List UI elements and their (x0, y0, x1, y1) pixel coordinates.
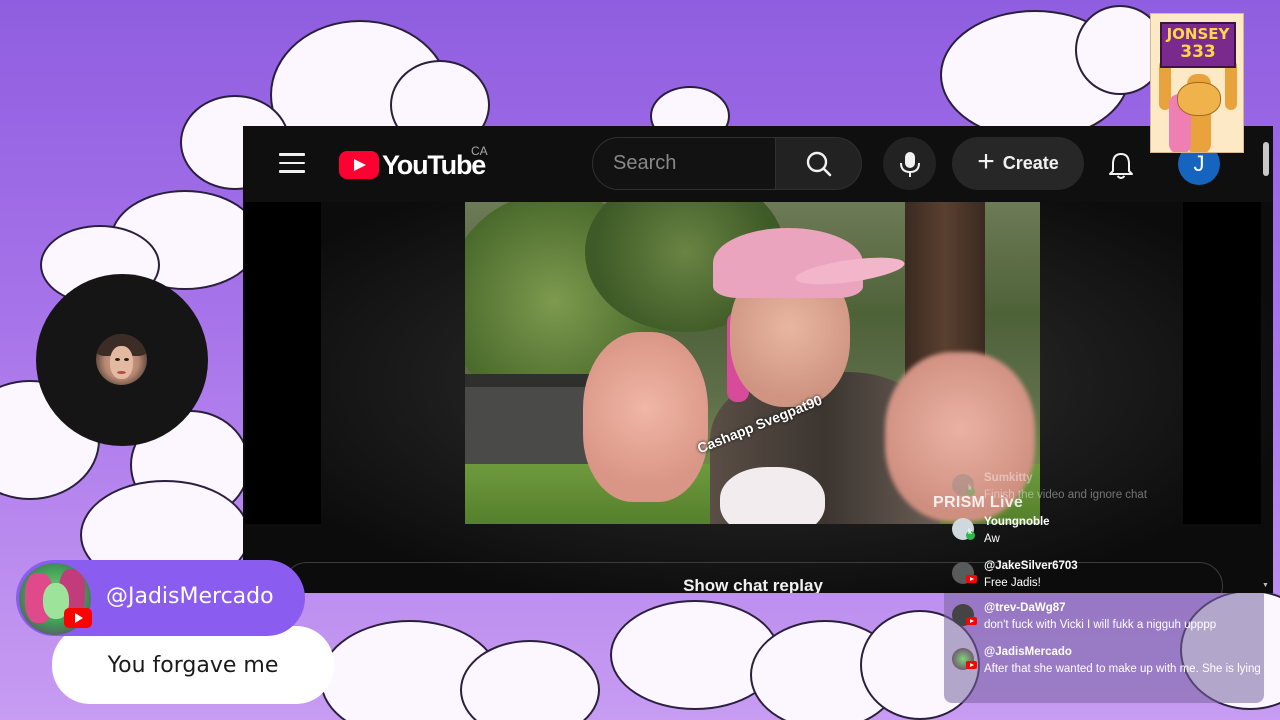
youtube-icon (966, 575, 977, 583)
highlighted-user-handle: @JadisMercado (106, 584, 274, 609)
chat-text: don't fuck with Vicki I will fukk a nigg… (984, 619, 1217, 631)
highlighted-message-box: You forgave me (52, 626, 334, 704)
chat-username: Sumkitty (984, 472, 1033, 484)
chat-text: Finish the video and ignore chat (984, 489, 1148, 501)
scrollbar-thumb[interactable] (1263, 142, 1269, 176)
player-side-bar-left (245, 202, 321, 524)
youtube-logo[interactable]: YouTube CA (339, 144, 488, 180)
notifications-button[interactable] (1101, 146, 1141, 186)
voice-search-button[interactable] (883, 137, 936, 190)
youtube-icon (64, 608, 92, 628)
kick-icon (966, 485, 975, 496)
chat-username: @JadisMercado (984, 646, 1072, 658)
chat-text: Free Jadis! (984, 577, 1041, 589)
highlighted-user-pill: @JadisMercado (16, 560, 305, 636)
country-code: CA (471, 144, 488, 158)
youtube-header: YouTube CA + Create (243, 126, 1273, 202)
webcam-disc (36, 274, 208, 446)
youtube-play-icon (339, 151, 379, 179)
create-button[interactable]: + Create (952, 137, 1084, 190)
youtube-logo-text: YouTube (382, 149, 486, 180)
webcam-skin (110, 346, 133, 379)
search-button[interactable] (776, 137, 862, 190)
search-icon (806, 151, 831, 176)
dog (720, 467, 825, 524)
search-input[interactable] (613, 152, 763, 175)
chat-username: @trev-DaWg87 (984, 602, 1066, 614)
bell-icon (1109, 153, 1133, 179)
youtube-icon (966, 661, 977, 669)
hand-left (583, 332, 708, 502)
youtube-icon (966, 617, 977, 625)
chat-username: Youngnoble (984, 516, 1050, 528)
sticker-text-line2: 333 (1180, 42, 1216, 62)
chat-text: Aw (984, 533, 1000, 545)
jonsey-333-sticker: JONSEY 333 (1150, 13, 1244, 153)
menu-icon[interactable] (279, 153, 305, 173)
webcam-lips (117, 371, 126, 374)
highlighted-message-text: You forgave me (107, 652, 279, 678)
microphone-icon (899, 151, 920, 177)
search-box (592, 137, 776, 190)
sticker-text-line1: JONSEY (1166, 25, 1230, 43)
kick-icon (966, 529, 975, 540)
create-label: Create (1002, 153, 1059, 173)
chat-overlay: Sumkitty Finish the video and ignore cha… (944, 468, 1264, 703)
webcam-eye (115, 358, 120, 361)
webcam-eye (124, 358, 129, 361)
giraffe-head (1177, 82, 1221, 116)
plus-icon: + (977, 145, 995, 178)
chat-text: After that she wanted to make up with me… (984, 663, 1261, 675)
webcam-face (96, 334, 147, 385)
chat-username: @JakeSilver6703 (984, 560, 1078, 572)
